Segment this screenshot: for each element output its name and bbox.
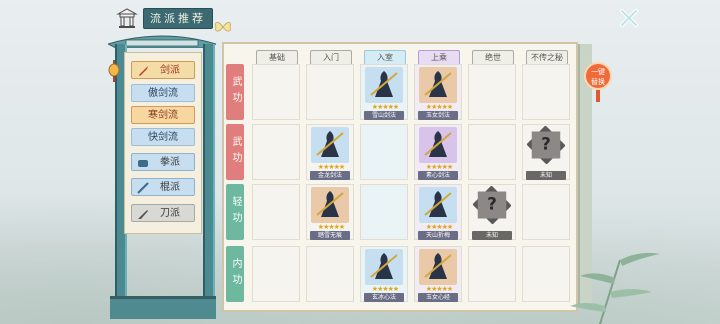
column-header-0: 基础 <box>256 50 298 65</box>
skill-card[interactable]: ★★★★★ 玉女心经 <box>415 247 461 302</box>
grid-cell <box>252 184 300 240</box>
star-rating: ★★★★★ <box>425 163 453 171</box>
skill-card[interactable]: ★★★★★ 雪山剑法 <box>361 65 407 120</box>
column-header-4: 绝世 <box>472 50 514 65</box>
unknown-skill-card[interactable]: ? 未知 <box>469 185 515 240</box>
star-rating: ★★★★★ <box>317 163 345 171</box>
menu-item-blade-school[interactable]: 刀派 <box>131 204 195 222</box>
staff-icon <box>137 182 149 194</box>
skill-portrait <box>419 67 457 103</box>
grid-cell <box>252 124 300 180</box>
skill-portrait <box>365 249 403 285</box>
grid-cell <box>360 184 408 240</box>
star-rating: ★★★★★ <box>425 285 453 293</box>
unknown-skill-card[interactable]: ? 未知 <box>523 125 569 180</box>
grid-cell <box>252 64 300 120</box>
skill-name: 雪山剑法 <box>364 111 404 120</box>
skill-card[interactable]: ★★★★★ 素心剑法 <box>415 125 461 180</box>
fist-icon <box>138 160 148 167</box>
blade-icon <box>138 210 148 219</box>
skill-card[interactable]: ★★★★★ 踏雪无痕 <box>307 185 353 240</box>
row-label-1: 武功 <box>226 124 244 180</box>
menu-item-staff-school[interactable]: 棍派 <box>131 178 195 196</box>
skill-name: 未知 <box>526 171 566 180</box>
skill-portrait <box>419 127 457 163</box>
column-header-1: 入门 <box>310 50 352 65</box>
skill-portrait <box>365 67 403 103</box>
grid-cell <box>522 184 570 240</box>
star-rating: ★★★★★ <box>425 103 453 111</box>
skill-name: 金龙剑法 <box>310 171 350 180</box>
menu-item-sword-school[interactable]: 剑派 <box>131 61 195 79</box>
skill-grid-panel: 基础 入门 入室 上乘 绝世 不传之秘 武功 武功 轻功 内功 ★★★★★ 雪山剑法 ★★★★★ 玉女剑法… <box>222 42 578 312</box>
column-header-3: 上乘 <box>418 50 460 65</box>
grid-cell <box>252 246 300 302</box>
menu-item-kuai-jian-liu[interactable]: 快剑流 <box>131 128 195 146</box>
grid-cell <box>468 246 516 302</box>
lantern-icon <box>108 60 120 82</box>
skill-portrait <box>311 187 349 223</box>
skill-portrait <box>419 187 457 223</box>
question-mark-icon: ? <box>472 185 512 225</box>
skill-portrait <box>311 127 349 163</box>
skill-name: 玄冰心法 <box>364 293 404 302</box>
bamboo-decoration <box>570 252 660 324</box>
butterfly-icon <box>215 22 231 32</box>
menu-item-han-jian-liu[interactable]: 寒剑流 <box>131 106 195 124</box>
column-header-5: 不传之秘 <box>526 50 568 65</box>
star-rating: ★★★★★ <box>425 223 453 231</box>
pavilion-pillar-right <box>203 44 215 300</box>
skill-name: 天山折梅 <box>418 231 458 240</box>
school-menu: 剑派 傲剑流 寒剑流 快剑流 拳派 棍派 刀派 <box>124 52 202 234</box>
grid-cell <box>468 64 516 120</box>
row-label-0: 武功 <box>226 64 244 120</box>
grid-cell <box>306 246 354 302</box>
grid-cell <box>306 64 354 120</box>
menu-item-fist-school[interactable]: 拳派 <box>131 153 195 171</box>
grid-cell <box>468 124 516 180</box>
skill-card[interactable]: ★★★★★ 金龙剑法 <box>307 125 353 180</box>
column-header-2: 入室 <box>364 50 406 65</box>
skill-portrait <box>419 249 457 285</box>
pavilion-base <box>110 296 216 319</box>
sword-icon <box>139 66 148 76</box>
skill-card[interactable]: ★★★★★ 玉女剑法 <box>415 65 461 120</box>
skill-name: 玉女剑法 <box>418 111 458 120</box>
star-rating: ★★★★★ <box>317 223 345 231</box>
row-label-3: 内功 <box>226 246 244 302</box>
skill-name: 踏雪无痕 <box>310 231 350 240</box>
close-icon[interactable] <box>617 6 641 30</box>
menu-item-ao-jian-liu[interactable]: 傲剑流 <box>131 84 195 102</box>
skill-name: 未知 <box>472 231 512 240</box>
skill-name: 素心剑法 <box>418 171 458 180</box>
question-mark-icon: ? <box>526 125 566 165</box>
row-label-2: 轻功 <box>226 184 244 240</box>
one-click-replace-button[interactable]: 一键 替换 <box>584 62 612 90</box>
star-rating: ★★★★★ <box>371 103 399 111</box>
badge-tassel <box>596 90 600 102</box>
skill-card[interactable]: ★★★★★ 天山折梅 <box>415 185 461 240</box>
star-rating: ★★★★★ <box>371 285 399 293</box>
grid-cell <box>522 64 570 120</box>
grid-cell <box>360 124 408 180</box>
skill-name: 玉女心经 <box>418 293 458 302</box>
skill-card[interactable]: ★★★★★ 玄冰心法 <box>361 247 407 302</box>
